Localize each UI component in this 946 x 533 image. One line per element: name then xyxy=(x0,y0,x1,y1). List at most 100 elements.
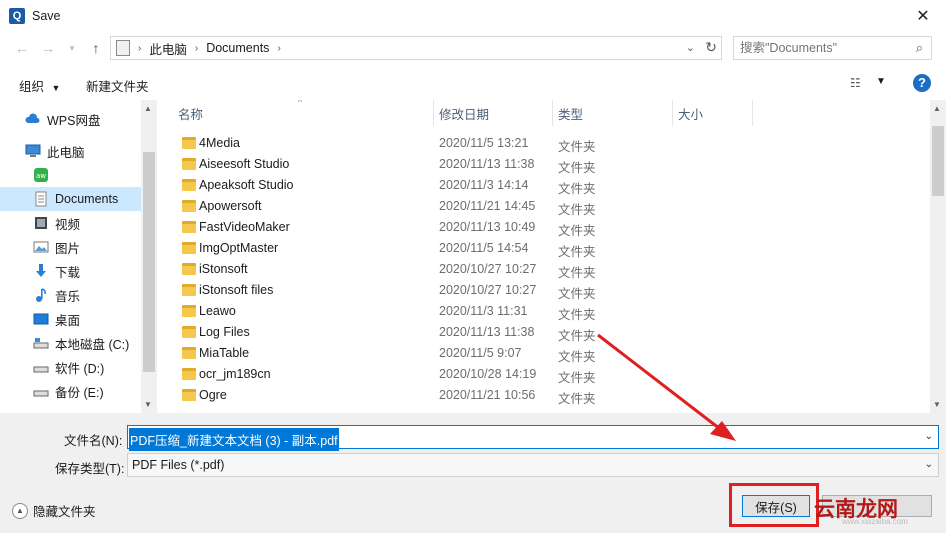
filetype-select[interactable]: PDF Files (*.pdf) ⌄ xyxy=(127,453,939,477)
sidebar-item-label: 软件 (D:) xyxy=(55,361,105,376)
sidebar-item-label: 桌面 xyxy=(55,313,81,328)
forward-button[interactable]: → xyxy=(38,38,58,58)
filename-label: 文件名(N): xyxy=(64,434,123,448)
sidebar-item-desktop[interactable]: 桌面 xyxy=(0,307,141,331)
file-type: 文件夹 xyxy=(558,245,596,259)
sidebar-item-drive-c[interactable]: 本地磁盘 (C:) xyxy=(0,331,141,355)
watermark-url: www.xiazaiba.com xyxy=(842,517,908,526)
folder-icon xyxy=(182,368,196,380)
column-header-type[interactable]: 类型 xyxy=(558,100,583,126)
scrollbar-thumb[interactable] xyxy=(932,126,944,196)
column-divider[interactable] xyxy=(752,100,753,126)
search-icon[interactable]: ⌕ xyxy=(916,40,923,56)
view-options-icon[interactable]: ☷ xyxy=(850,76,866,90)
back-button[interactable]: ← xyxy=(12,38,32,58)
breadcrumb-documents[interactable]: Documents xyxy=(206,41,269,55)
chevron-down-icon[interactable]: ⌄ xyxy=(925,459,933,470)
download-icon xyxy=(33,263,49,279)
file-name: MiaTable xyxy=(199,346,250,360)
chevron-down-icon[interactable]: ⌄ xyxy=(925,431,933,442)
recent-locations-button[interactable]: ▾ xyxy=(62,38,82,58)
chevron-right-icon[interactable]: › xyxy=(277,43,280,54)
folder-icon xyxy=(182,284,196,296)
file-type: 文件夹 xyxy=(558,266,596,280)
column-header-size[interactable]: 大小 xyxy=(678,100,703,126)
file-name: 4Media xyxy=(199,136,240,150)
file-type: 文件夹 xyxy=(558,392,596,406)
column-header-date[interactable]: 修改日期 xyxy=(439,100,489,126)
file-date: 2020/11/21 14:45 xyxy=(439,199,536,213)
filename-input[interactable]: PDF压缩_新建文本文档 (3) - 副本.pdf ⌄ xyxy=(127,425,939,451)
file-row[interactable]: Aiseesoft Studio 2020/11/13 11:38 文件夹 xyxy=(160,154,930,175)
scroll-up-icon[interactable]: ▲ xyxy=(933,104,941,113)
address-dropdown-icon[interactable]: ⌄ xyxy=(686,41,695,54)
new-folder-button[interactable]: 新建文件夹 xyxy=(86,76,149,95)
address-bar[interactable]: › 此电脑 › Documents › ⌄ ↻ xyxy=(110,36,722,60)
computer-icon xyxy=(25,143,41,159)
window-title: Save xyxy=(32,8,61,23)
filetype-value: PDF Files (*.pdf) xyxy=(132,458,225,472)
file-list-scrollbar[interactable]: ▲ ▼ xyxy=(930,100,946,413)
file-type: 文件夹 xyxy=(558,329,596,343)
breadcrumb-this-pc[interactable]: 此电脑 xyxy=(149,39,187,58)
file-row[interactable]: Apowersoft 2020/11/21 14:45 文件夹 xyxy=(160,196,930,217)
file-row[interactable]: Ogre 2020/11/21 10:56 文件夹 xyxy=(160,385,930,406)
hide-folders-toggle[interactable]: ▲ 隐藏文件夹 xyxy=(12,501,96,520)
file-row[interactable]: Apeaksoft Studio 2020/11/3 14:14 文件夹 xyxy=(160,175,930,196)
sidebar-item-this-pc[interactable]: 此电脑 xyxy=(0,139,141,163)
file-row[interactable]: ocr_jm189cn 2020/10/28 14:19 文件夹 xyxy=(160,364,930,385)
search-box[interactable]: ⌕ xyxy=(733,36,932,60)
refresh-icon[interactable]: ↻ xyxy=(705,39,717,56)
file-type: 文件夹 xyxy=(558,182,596,196)
file-row[interactable]: ImgOptMaster 2020/11/5 14:54 文件夹 xyxy=(160,238,930,259)
arrow-right-icon: → xyxy=(41,40,55,56)
scroll-down-icon[interactable]: ▼ xyxy=(144,400,152,409)
file-row[interactable]: 4Media 2020/11/5 13:21 文件夹 xyxy=(160,133,930,154)
sidebar-item-videos[interactable]: 视频 xyxy=(0,211,141,235)
sidebar-item-wps-cloud[interactable]: WPS网盘 xyxy=(0,107,141,131)
file-row[interactable]: FastVideoMaker 2020/11/13 10:49 文件夹 xyxy=(160,217,930,238)
sidebar-item-drive-d[interactable]: 软件 (D:) xyxy=(0,355,141,379)
file-row[interactable]: Log Files 2020/11/13 11:38 文件夹 xyxy=(160,322,930,343)
computer-icon xyxy=(116,40,130,56)
filetype-label: 保存类型(T): xyxy=(55,462,125,476)
column-divider[interactable] xyxy=(672,100,673,126)
file-row[interactable]: iStonsoft 2020/10/27 10:27 文件夹 xyxy=(160,259,930,280)
title-bar: Q Save ✕ xyxy=(0,0,946,31)
search-input[interactable] xyxy=(740,41,910,55)
organize-menu[interactable]: 组织 ▼ xyxy=(19,76,60,95)
folder-icon xyxy=(182,200,196,212)
chevron-down-icon[interactable]: ▼ xyxy=(876,76,886,87)
scroll-up-icon[interactable]: ▲ xyxy=(144,104,152,113)
column-divider[interactable] xyxy=(433,100,434,126)
file-name: Ogre xyxy=(199,388,227,402)
up-button[interactable]: ↑ xyxy=(86,38,106,58)
file-row[interactable]: MiaTable 2020/11/5 9:07 文件夹 xyxy=(160,343,930,364)
file-date: 2020/11/13 11:38 xyxy=(439,325,535,339)
nav-scrollbar[interactable]: ▲ ▼ xyxy=(141,100,157,413)
scroll-down-icon[interactable]: ▼ xyxy=(933,400,941,409)
folder-icon xyxy=(182,389,196,401)
sidebar-item-pictures[interactable]: 图片 xyxy=(0,235,141,259)
help-icon[interactable]: ? xyxy=(913,74,931,92)
close-button[interactable]: ✕ xyxy=(900,0,946,31)
file-date: 2020/11/5 13:21 xyxy=(439,136,529,150)
sidebar-item-music[interactable]: 音乐 xyxy=(0,283,141,307)
sidebar-item-wps-app[interactable]: aw xyxy=(0,163,141,187)
chevron-down-icon: ▾ xyxy=(69,42,75,53)
sidebar-item-downloads[interactable]: 下载 xyxy=(0,259,141,283)
file-name: iStonsoft xyxy=(199,262,248,276)
sidebar-item-documents[interactable]: Documents xyxy=(0,187,141,211)
sidebar-item-drive-e[interactable]: 备份 (E:) xyxy=(0,379,141,403)
column-header-name[interactable]: 名称 xyxy=(178,100,203,126)
file-type: 文件夹 xyxy=(558,287,596,301)
file-row[interactable]: iStonsoft files 2020/10/27 10:27 文件夹 xyxy=(160,280,930,301)
sidebar-item-label: Documents xyxy=(55,192,119,206)
save-button[interactable]: 保存(S) xyxy=(742,495,810,517)
filename-value[interactable]: PDF压缩_新建文本文档 (3) - 副本.pdf xyxy=(129,428,339,451)
file-row[interactable]: Leawo 2020/11/3 11:31 文件夹 xyxy=(160,301,930,322)
navigation-pane: WPS网盘 此电脑 aw Documents 视频 图片 下载 音乐 桌面 本地… xyxy=(0,100,157,413)
file-date: 2020/10/27 10:27 xyxy=(439,262,537,276)
scrollbar-thumb[interactable] xyxy=(143,152,155,372)
column-divider[interactable] xyxy=(552,100,553,126)
